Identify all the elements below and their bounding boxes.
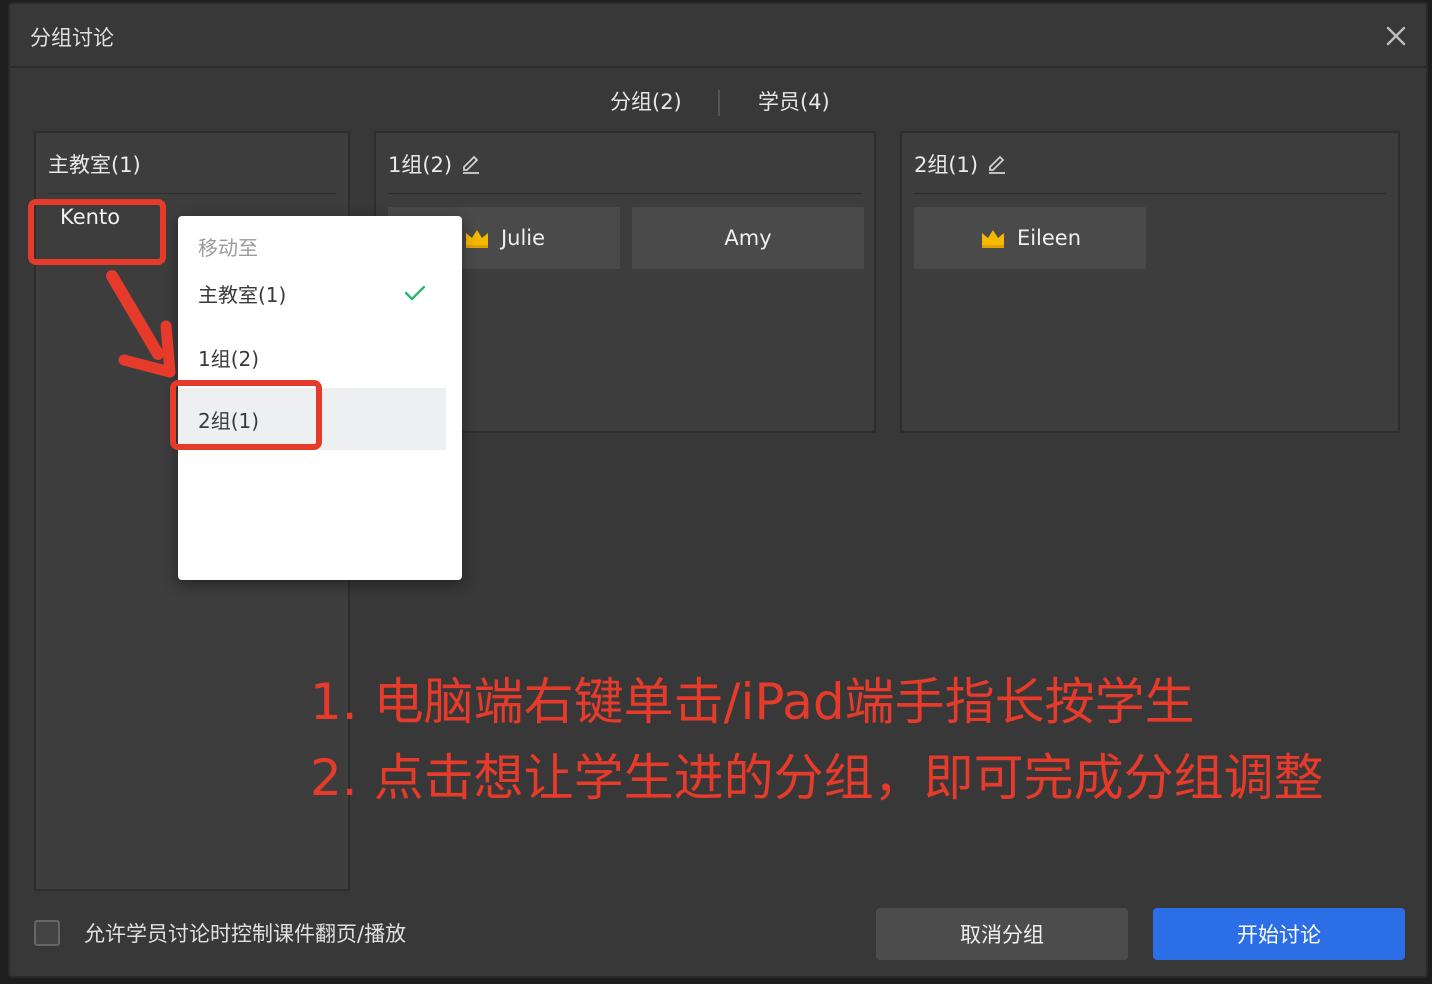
instruction-text: 1. 电脑端右键单击/iPad端手指长按学生 2. 点击想让学生进的分组，即可完… <box>310 664 1324 816</box>
menu-item-label: 主教室(1) <box>198 282 287 307</box>
menu-item-main-room[interactable]: 主教室(1) <box>178 262 446 324</box>
menu-header: 移动至 <box>198 236 258 260</box>
student-name: Julie <box>500 226 546 250</box>
edit-icon[interactable] <box>460 153 482 175</box>
dialog-title: 分组讨论 <box>30 26 114 50</box>
main-room-title: 主教室(1) <box>48 153 141 177</box>
allow-control-checkbox[interactable] <box>34 920 60 946</box>
group-2-title: 2组(1) <box>914 153 979 177</box>
check-icon <box>404 285 426 301</box>
group-2-panel: 2组(1) Eileen <box>900 131 1400 433</box>
cancel-grouping-button[interactable]: 取消分组 <box>876 908 1128 960</box>
menu-item-group-2[interactable]: 2组(1) <box>178 388 446 450</box>
menu-item-label: 1组(2) <box>198 346 260 371</box>
instruction-line-2: 2. 点击想让学生进的分组，即可完成分组调整 <box>310 749 1324 807</box>
start-discussion-button[interactable]: 开始讨论 <box>1153 908 1405 960</box>
menu-item-label: 2组(1) <box>198 408 260 433</box>
edit-icon[interactable] <box>986 153 1008 175</box>
divider <box>48 193 336 194</box>
allow-control-label: 允许学员讨论时控制课件翻页/播放 <box>84 922 407 946</box>
crown-icon <box>981 230 1004 248</box>
tab-bar: 分组(2) 学员(4) <box>10 86 1426 120</box>
divider <box>914 193 1386 194</box>
student-item-amy[interactable]: Amy <box>632 207 864 269</box>
group-1-title: 1组(2) <box>388 153 453 177</box>
student-name: Amy <box>724 226 772 250</box>
group-2-header: 2组(1) <box>914 149 1008 179</box>
student-name: Eileen <box>1016 226 1082 250</box>
tab-students[interactable]: 学员(4) <box>758 86 830 116</box>
crown-icon <box>465 230 488 248</box>
divider <box>388 193 862 194</box>
close-icon[interactable] <box>1382 22 1410 50</box>
student-item-kento[interactable]: Kento <box>60 205 120 229</box>
tab-divider <box>718 90 720 116</box>
move-to-menu: 移动至 主教室(1) 1组(2) 2组(1) <box>178 216 462 580</box>
group-1-header: 1组(2) <box>388 149 482 179</box>
tab-groups[interactable]: 分组(2) <box>610 86 682 116</box>
instruction-line-1: 1. 电脑端右键单击/iPad端手指长按学生 <box>310 673 1195 731</box>
menu-item-group-1[interactable]: 1组(2) <box>178 326 446 388</box>
title-bar: 分组讨论 <box>10 4 1426 68</box>
student-item-eileen[interactable]: Eileen <box>914 207 1146 269</box>
allow-control-row: 允许学员讨论时控制课件翻页/播放 <box>34 918 406 948</box>
group-discussion-dialog: 分组讨论 分组(2) 学员(4) 主教室(1) Kento 1组(2) Juli… <box>8 2 1428 978</box>
